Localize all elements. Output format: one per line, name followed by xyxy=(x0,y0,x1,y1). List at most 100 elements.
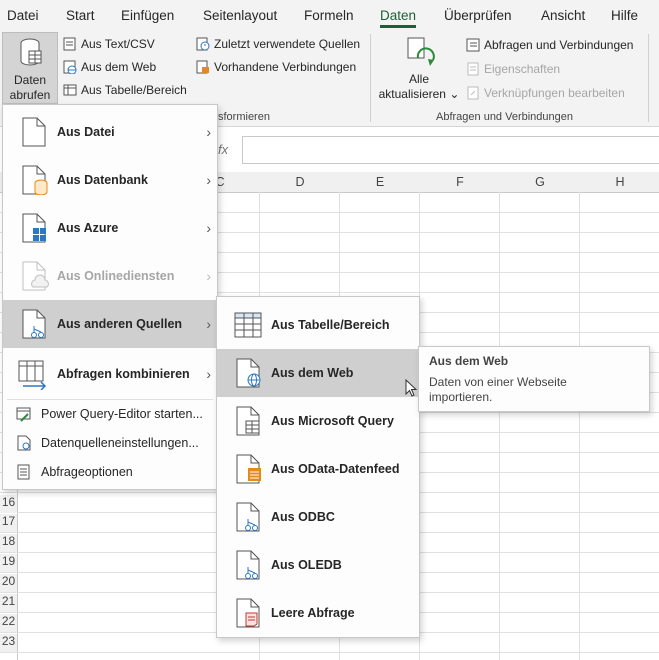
chevron-right-icon: › xyxy=(206,268,211,284)
row-header-20[interactable]: 20 xyxy=(0,574,17,592)
tooltip-body: Daten von einer Webseite importieren. xyxy=(429,375,567,404)
get-data-button[interactable]: Daten abrufen ⌄ xyxy=(2,32,58,116)
column-header-h[interactable]: H xyxy=(580,175,659,189)
database-file-icon xyxy=(22,165,48,195)
menu-item-label: Abfrageoptionen xyxy=(41,465,133,479)
column-header-e[interactable]: E xyxy=(340,175,420,189)
menu-item-label: Aus Onlinediensten xyxy=(57,269,175,283)
menu-item-label: Abfragen kombinieren xyxy=(57,367,190,381)
submenu-item-label: Aus dem Web xyxy=(271,366,354,380)
queries-group-label: Abfragen und Verbindungen xyxy=(436,111,574,123)
menu-item-aus-onlinediensten[interactable]: Aus Onlinediensten › xyxy=(3,252,217,300)
ribbon-tab-bar: Datei Start Einfügen Seitenlayout Formel… xyxy=(0,0,659,30)
refresh-icon xyxy=(407,37,435,66)
menu-item-abfrageoptionen[interactable]: Abfrageoptionen xyxy=(3,460,217,484)
mouse-cursor-icon xyxy=(405,379,418,397)
row-header-21[interactable]: 21 xyxy=(0,594,17,612)
submenu-item-aus-dem-web[interactable]: Aus dem Web xyxy=(217,349,419,397)
tab-einfuegen[interactable]: Einfügen xyxy=(121,8,174,23)
queries-connections-icon xyxy=(466,38,480,52)
grid-line xyxy=(579,192,580,660)
row-header-18[interactable]: 18 xyxy=(0,534,17,552)
tab-hilfe[interactable]: Hilfe xyxy=(611,8,638,23)
menu-item-aus-datei[interactable]: Aus Datei › xyxy=(3,108,217,156)
submenu-item-aus-tabelle-bereich[interactable]: Aus Tabelle/Bereich xyxy=(217,301,419,349)
existing-connections-icon xyxy=(196,60,209,74)
submenu-item-label: Aus Microsoft Query xyxy=(271,414,394,428)
odbc-icon xyxy=(236,502,260,532)
table-icon xyxy=(234,312,262,338)
transform-group-label: sformieren xyxy=(218,111,270,123)
tab-formeln[interactable]: Formeln xyxy=(304,8,354,23)
menu-item-label: Aus Datenbank xyxy=(57,173,148,187)
tab-ueberpruefen[interactable]: Überprüfen xyxy=(444,8,512,23)
edit-links-icon xyxy=(467,86,479,100)
get-data-label-1: Daten xyxy=(13,73,47,87)
refresh-all-label-2: aktualisieren ⌄ xyxy=(378,87,460,101)
row-header-16[interactable]: 16 xyxy=(0,495,17,513)
chevron-right-icon: › xyxy=(206,172,211,188)
web-globe-icon xyxy=(236,358,261,388)
text-file-icon xyxy=(63,37,76,51)
refresh-all-button[interactable]: Alle aktualisieren ⌄ xyxy=(378,34,460,104)
submenu-item-aus-odata-datenfeed[interactable]: Aus OData-Datenfeed xyxy=(217,445,419,493)
group-separator-2 xyxy=(648,34,649,122)
menu-item-label: Power Query-Editor starten... xyxy=(41,407,203,421)
menu-divider xyxy=(7,399,213,400)
chevron-right-icon: › xyxy=(206,124,211,140)
table-small-icon xyxy=(63,84,77,96)
menu-item-aus-datenbank[interactable]: Aus Datenbank › xyxy=(3,156,217,204)
tab-start[interactable]: Start xyxy=(66,8,95,23)
submenu-item-leere-abfrage[interactable]: Leere Abfrage xyxy=(217,589,419,637)
column-header-f[interactable]: F xyxy=(420,175,500,189)
from-text-csv-label: Aus Text/CSV xyxy=(81,37,155,51)
menu-item-label: Datenquelleneinstellungen... xyxy=(41,436,199,450)
from-web-ribbon-button[interactable]: Aus dem Web xyxy=(63,60,156,74)
menu-item-abfragen-kombinieren[interactable]: Abfragen kombinieren › xyxy=(3,350,217,398)
chevron-right-icon: › xyxy=(206,316,211,332)
row-header-23[interactable]: 23 xyxy=(0,634,17,652)
submenu-item-label: Aus ODBC xyxy=(271,510,335,524)
submenu-item-label: Aus OData-Datenfeed xyxy=(271,462,400,476)
submenu-item-label: Aus OLEDB xyxy=(271,558,342,572)
file-icon xyxy=(22,117,46,147)
get-data-menu: Aus Datei › Aus Datenbank › Aus Azure › … xyxy=(2,104,218,490)
menu-item-aus-azure[interactable]: Aus Azure › xyxy=(3,204,217,252)
row-header-17[interactable]: 17 xyxy=(0,514,17,532)
from-text-csv-button[interactable]: Aus Text/CSV xyxy=(63,37,155,51)
menu-item-label: Aus Azure xyxy=(57,221,119,235)
recent-sources-label: Zuletzt verwendete Quellen xyxy=(214,37,361,51)
submenu-item-label: Leere Abfrage xyxy=(271,606,355,620)
fx-icon[interactable]: fx xyxy=(218,142,228,157)
from-table-ribbon-button[interactable]: Aus Tabelle/Bereich xyxy=(63,83,187,97)
formula-input[interactable] xyxy=(242,136,659,164)
edit-links-button[interactable]: Verknüpfungen bearbeiten xyxy=(466,86,625,100)
column-header-g[interactable]: G xyxy=(500,175,580,189)
submenu-item-aus-odbc[interactable]: Aus ODBC xyxy=(217,493,419,541)
other-sources-icon xyxy=(22,309,46,339)
column-header-d[interactable]: D xyxy=(260,175,340,189)
queries-connections-button[interactable]: Abfragen und Verbindungen xyxy=(466,38,633,52)
grid-line xyxy=(499,192,500,660)
existing-connections-button[interactable]: Vorhandene Verbindungen xyxy=(196,60,356,74)
query-options-icon xyxy=(17,464,30,480)
queries-connections-label: Abfragen und Verbindungen xyxy=(484,38,634,52)
recent-sources-button[interactable]: Zuletzt verwendete Quellen xyxy=(196,37,360,51)
cloud-file-icon xyxy=(22,261,49,291)
odata-icon xyxy=(236,454,261,484)
menu-item-datenquelleneinstellungen[interactable]: Datenquelleneinstellungen... xyxy=(3,431,217,455)
tab-seitenlayout[interactable]: Seitenlayout xyxy=(203,8,277,23)
chevron-right-icon: › xyxy=(206,366,211,382)
menu-item-aus-anderen-quellen[interactable]: Aus anderen Quellen › xyxy=(3,300,217,348)
submenu-item-aus-oledb[interactable]: Aus OLEDB xyxy=(217,541,419,589)
row-header-22[interactable]: 22 xyxy=(0,614,17,632)
from-table-ribbon-label: Aus Tabelle/Bereich xyxy=(81,83,187,97)
submenu-item-aus-microsoft-query[interactable]: Aus Microsoft Query xyxy=(217,397,419,445)
group-separator xyxy=(370,34,371,122)
tab-datei[interactable]: Datei xyxy=(7,8,39,23)
row-header-19[interactable]: 19 xyxy=(0,554,17,572)
tab-daten[interactable]: Daten xyxy=(380,8,417,28)
menu-item-power-query-editor[interactable]: Power Query-Editor starten... xyxy=(3,402,217,426)
properties-button[interactable]: Eigenschaften xyxy=(466,62,560,76)
tab-ansicht[interactable]: Ansicht xyxy=(541,8,585,23)
